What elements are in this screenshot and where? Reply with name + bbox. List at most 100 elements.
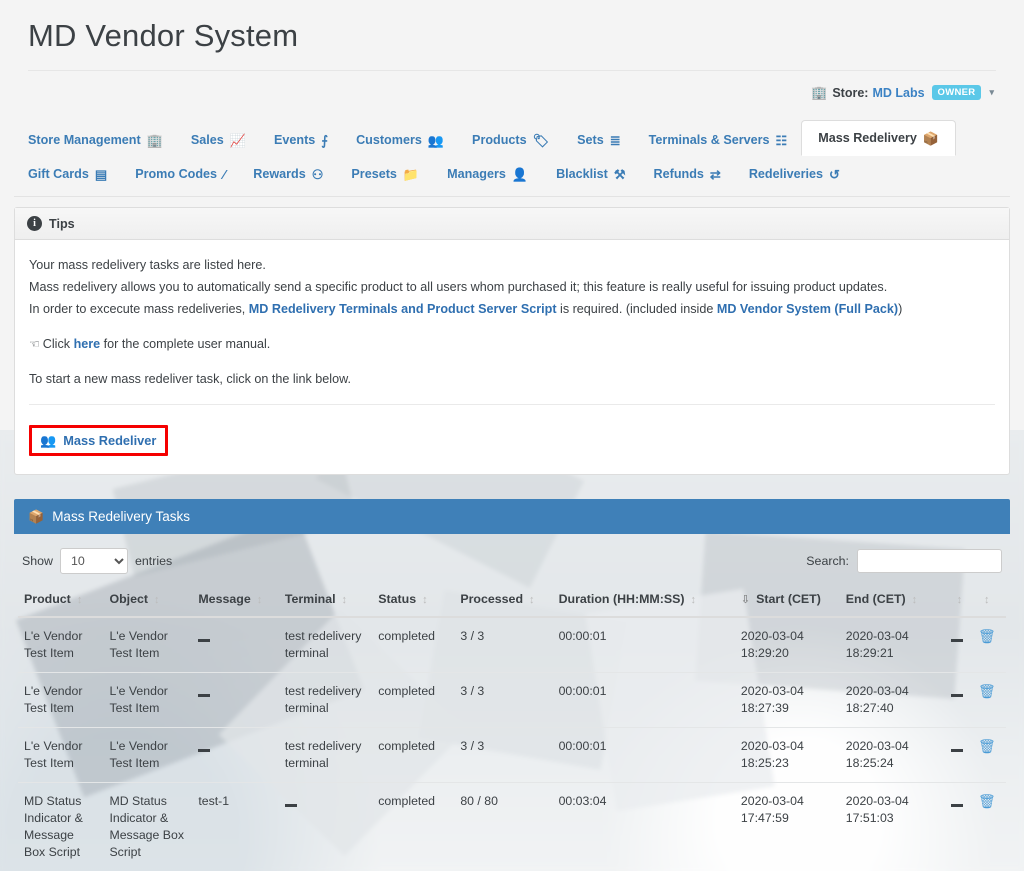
tips-line-3-text-b: is required. (included inside [560,302,713,316]
nav-managers[interactable]: Managers👤 [433,158,542,190]
tips-line-4: ☜Click here for the complete user manual… [29,333,995,355]
col-object[interactable]: Object↕ [103,584,192,617]
tips-line-3-text-c: ) [898,302,902,316]
cell-terminal: test redelivery terminal [279,728,372,783]
page-title: MD Vendor System [0,0,1024,54]
nav-events[interactable]: Events⨍ [260,124,342,156]
building-icon: 🏢 [811,86,827,99]
mass-redeliver-button[interactable]: 👥 Mass Redeliver [36,431,160,450]
col-start-cet[interactable]: ⇩ Start (CET) [735,584,840,617]
trash-icon[interactable]: 🗑 [978,628,996,644]
cell-start: 2020-03-0418:25:23 [735,728,840,783]
tips-line-5: To start a new mass redeliver task, clic… [29,368,995,390]
nav-redeliveries[interactable]: Redeliveries↺ [735,158,854,190]
main-navigation: Store Management 🏢 Sales📈 Events⨍ Custome… [14,120,1010,197]
md-redelivery-script-link[interactable]: MD Redelivery Terminals and Product Serv… [249,302,557,316]
nav-promo-codes[interactable]: Promo Codes ⁄ [121,158,239,190]
col-processed[interactable]: Processed↕ [454,584,552,617]
trash-icon[interactable]: 🗑 [978,683,996,699]
store-name-link[interactable]: MD Labs [872,86,924,100]
nav-rewards[interactable]: Rewards⚇ [239,158,337,190]
nav-gift-cards[interactable]: Gift Cards▤ [14,158,121,190]
cell-action-dash [945,617,972,673]
nav-presets[interactable]: Presets📁 [337,158,433,190]
col-end-cet[interactable]: End (CET)↕ [840,584,945,617]
col-terminal[interactable]: Terminal↕ [279,584,372,617]
cell-action-delete[interactable]: 🗑 [972,617,1006,673]
sort-icon: ↕ [912,594,918,606]
col-action-1[interactable]: ↕ [945,584,972,617]
building-icon: 🏢 [147,134,163,147]
nav-blacklist[interactable]: Blacklist⚒ [542,158,639,190]
trash-icon[interactable]: 🗑 [978,738,996,754]
nav-sales[interactable]: Sales📈 [177,124,260,156]
nav-sets[interactable]: Sets≣ [563,124,635,156]
user-manual-link[interactable]: here [74,337,101,351]
col-status[interactable]: Status↕ [372,584,454,617]
col-product[interactable]: Product↕ [18,584,103,617]
users-icon: 👥 [428,134,444,147]
nav-label: Store Management [28,133,141,147]
nav-mass-redelivery[interactable]: Mass Redelivery📦 [801,120,956,156]
cell-action-dash [945,728,972,783]
page-length-select[interactable]: 102550100 [60,548,128,574]
cell-action-delete[interactable]: 🗑 [972,783,1006,871]
sort-icon: ↕ [984,594,990,606]
cell-product: L'e Vendor Test Item [18,728,103,783]
dash-icon [951,639,963,642]
cell-product: MD Status Indicator & Message Box Script [18,783,103,871]
cell-processed: 80 / 80 [454,783,552,871]
col-message[interactable]: Message↕ [192,584,278,617]
cell-message [192,728,278,783]
tips-divider [29,404,995,405]
nav-customers[interactable]: Customers👥 [342,124,458,156]
table-header-row: Product↕ Object↕ Message↕ Terminal↕ Stat… [18,584,1006,617]
table-row: MD Status Indicator & Message Box Script… [18,783,1006,871]
nav-store-management[interactable]: Store Management 🏢 [14,124,177,156]
table-row: L'e Vendor Test ItemL'e Vendor Test Item… [18,673,1006,728]
dash-icon [198,639,210,642]
nav-label: Blacklist [556,167,608,181]
nav-label: Sales [191,133,224,147]
chevron-down-icon[interactable]: ▾ [989,87,994,98]
trash-icon[interactable]: 🗑 [978,793,996,809]
cell-end: 2020-03-0418:29:21 [840,617,945,673]
sort-desc-icon: ⇩ [741,594,750,606]
tips-title: Tips [49,217,75,231]
tasks-panel-body: Show 102550100 entries Search: Product↕ … [14,534,1010,871]
dash-icon [951,694,963,697]
cell-duration: 00:00:01 [553,673,735,728]
table-header: Product↕ Object↕ Message↕ Terminal↕ Stat… [18,584,1006,617]
col-action-2[interactable]: ↕ [972,584,1006,617]
dash-icon [198,694,210,697]
cell-action-delete[interactable]: 🗑 [972,673,1006,728]
credit-card-icon: ▤ [95,168,107,181]
nav-label: Sets [577,133,604,147]
search-input[interactable] [857,549,1002,573]
award-icon: ⚇ [312,168,324,181]
nav-row-secondary: Gift Cards▤ Promo Codes ⁄ Rewards⚇ Preset… [14,158,1010,190]
nav-refunds[interactable]: Refunds⇄ [640,158,735,190]
tips-line-3: In order to excecute mass redeliveries, … [29,298,995,320]
tips-panel-header: i Tips [15,208,1009,240]
nav-label: Redeliveries [749,167,823,181]
mass-redeliver-highlight-box: 👥 Mass Redeliver [29,425,168,456]
cell-action-delete[interactable]: 🗑 [972,728,1006,783]
sort-icon: ↕ [422,594,428,606]
mass-redeliver-action-area: 👥 Mass Redeliver [15,413,1009,474]
info-icon: i [27,216,42,231]
col-label: Terminal [285,592,336,606]
cell-message [192,673,278,728]
cell-end: 2020-03-0417:51:03 [840,783,945,871]
percent-icon: ⁄ [223,168,225,181]
tips-line-1: Your mass redelivery tasks are listed he… [29,254,995,276]
nav-label: Promo Codes [135,167,217,181]
col-duration[interactable]: Duration (HH:MM:SS)↕ [553,584,735,617]
md-vendor-full-pack-link[interactable]: MD Vendor System (Full Pack) [717,302,898,316]
cell-end: 2020-03-0418:25:24 [840,728,945,783]
nav-label: Products [472,133,527,147]
cell-message [192,617,278,673]
nav-terminals-servers[interactable]: Terminals & Servers☷ [635,124,802,156]
col-label: Start (CET) [756,592,821,606]
nav-products[interactable]: Products🏷 [458,124,563,156]
